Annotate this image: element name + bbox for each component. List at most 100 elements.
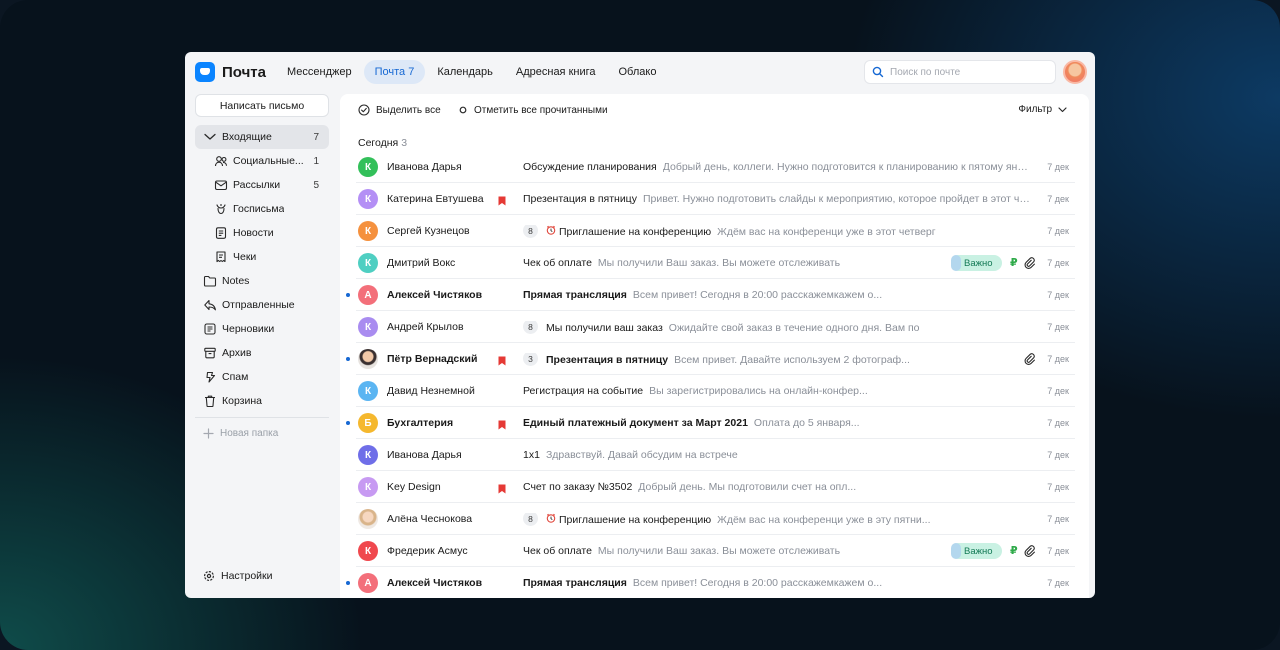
select-all-button[interactable]: Выделить все [358,104,441,116]
sidebar-item-label: Отправленные [222,299,295,311]
sidebar-item[interactable]: Рассылки 5 [195,173,329,197]
message-row[interactable]: Алёна Чеснокова 8 Приглашение на конференц… [340,503,1089,535]
message-row[interactable]: К Катерина Евтушева Презентация в пятницу П… [340,183,1089,215]
important-label-badge[interactable]: Важно [951,543,1002,559]
message-snippet: Мы получили Ваш заказ. Вы можете отслежи… [597,257,841,269]
sender-name: Иванова Дарья [387,161,462,173]
nav-tab[interactable]: Календарь [426,60,504,84]
message-list: К Иванова Дарья Обсуждение планирования Доб… [340,151,1089,598]
compose-button[interactable]: Написать письмо [195,94,329,117]
date-group-label: Сегодня [358,137,399,149]
message-snippet: Ждём вас на конференци уже в этот четвер… [717,225,936,238]
message-preview: 8 Приглашение на конференцию Ждём вас на к… [523,225,1033,238]
sidebar-item-label: Архив [222,347,252,359]
sidebar-item[interactable]: Чеки [195,245,329,269]
message-row[interactable]: К Сергей Кузнецов 8 Приглашение на конферен… [340,215,1089,247]
message-row[interactable]: К Андрей Крылов 8 Мы получили ваш заказ Ожид… [340,311,1089,343]
message-row[interactable]: К Иванова Дарья Обсуждение планирования Доб… [340,151,1089,183]
message-row[interactable]: К Key Design Счет по заказу №3502 Добрый де… [340,471,1089,503]
bookmark-flag-icon[interactable] [498,193,506,211]
important-label-badge[interactable]: Важно [951,255,1002,271]
avatar[interactable] [1063,60,1087,84]
message-row[interactable]: К Давид Незнемной Регистрация на событие Вы… [340,375,1089,407]
message-subject: Прямая трансляция [523,577,627,589]
message-row[interactable]: Б Бухгалтерия Единый платежный документ за… [340,407,1089,439]
message-date: 7 дек [1047,514,1069,524]
draft-icon [203,322,217,336]
message-date: 7 дек [1047,290,1069,300]
search-input[interactable] [890,66,1040,78]
message-snippet: Добрый день. Мы подготовили счет на опл.… [638,481,857,493]
search-box[interactable] [864,60,1056,84]
nav-tab[interactable]: Мессенджер [276,60,363,84]
message-preview: 1х1 Здравствуй. Давай обсудим на встрече [523,449,1033,461]
sidebar-item[interactable]: Отправленные [195,293,329,317]
sidebar-item[interactable]: Notes [195,269,329,293]
message-row[interactable]: К Фредерик Асмус Чек об оплате Мы получили … [340,535,1089,567]
top-bar: Почта Мессенджер Почта 7 Календарь Адресная… [185,52,1095,92]
message-preview: 8 Приглашение на конференцию Ждём вас на к… [523,513,1033,526]
sender-name: Key Design [387,481,441,493]
nav-tab[interactable]: Облако [608,60,668,84]
nav-tab[interactable]: Адресная книга [505,60,607,84]
message-preview: 8 Мы получили ваш заказ Ожидайте свой зака… [523,321,1033,334]
message-date: 7 дек [1047,386,1069,396]
emblem-icon [214,202,228,216]
sender-avatar: К [358,157,378,177]
attachment-icon [1024,352,1036,370]
sidebar-item[interactable]: Социальные... 1 [195,149,329,173]
message-preview: Регистрация на событие Вы зарегистрировал… [523,385,1033,397]
message-snippet: Оплата до 5 января... [753,417,860,429]
sidebar: Написать письмо Входящие 7 Социальные... 1 Р… [185,92,339,598]
folder-list: Входящие 7 Социальные... 1 Рассылки 5 Госписьм… [195,125,329,413]
sender-name: Иванова Дарья [387,449,462,461]
sidebar-item[interactable]: Входящие 7 [195,125,329,149]
sidebar-item[interactable]: Архив [195,341,329,365]
sender-avatar [358,349,378,369]
message-subject: Приглашение на конференцию [559,513,712,526]
gear-icon [203,570,215,582]
sidebar-item[interactable]: Черновики [195,317,329,341]
message-snippet: Всем привет! Сегодня в 20:00 расскажемка… [632,289,883,301]
attachment-icon [1024,544,1036,562]
thread-count-badge: 3 [523,353,538,366]
sidebar-item-label: Социальные... [233,155,304,167]
message-snippet: Всем привет! Сегодня в 20:00 расскажемка… [632,577,883,589]
logo[interactable]: Почта [195,62,275,82]
message-row[interactable]: К Дмитрий Вокс Чек об оплате Мы получили Ва… [340,247,1089,279]
sidebar-item[interactable]: Госписьма [195,197,329,221]
mail-app-window: Почта Мессенджер Почта 7 Календарь Адресная… [185,52,1095,598]
message-date: 7 дек [1047,322,1069,332]
bookmark-flag-icon[interactable] [498,417,506,435]
sidebar-item[interactable]: Корзина [195,389,329,413]
message-subject: Презентация в пятницу [523,193,637,205]
bookmark-flag-icon[interactable] [498,353,506,371]
unread-indicator [346,581,350,585]
bookmark-flag-icon[interactable] [498,481,506,499]
chevron-down-icon [203,130,217,144]
sidebar-item[interactable]: Спам [195,365,329,389]
message-row[interactable]: К Иванова Дарья 1х1 Здравствуй. Давай обсуд… [340,439,1089,471]
mark-all-read-button[interactable]: Отметить все прочитанными [458,104,608,116]
alarm-clock-icon [546,513,556,526]
new-folder-button[interactable]: Новая папка [203,428,278,439]
message-list-panel: Выделить все Отметить все прочитанными Ф… [340,94,1089,598]
message-subject: Чек об оплате [523,545,592,557]
sender-name: Бухгалтерия [387,417,454,429]
message-date: 7 дек [1047,354,1069,364]
message-snippet: Ждём вас на конференци уже в эту пятни..… [717,513,931,526]
nav-tab[interactable]: Почта 7 [363,60,426,84]
sender-avatar: К [358,221,378,241]
settings-button[interactable]: Настройки [203,570,273,582]
sidebar-item-label: Корзина [222,395,262,407]
message-date: 7 дек [1047,546,1069,556]
message-row[interactable]: Пётр Вернадский 3 Презентация в пятницу Все… [340,343,1089,375]
sidebar-item[interactable]: Новости [195,221,329,245]
sender-avatar: К [358,253,378,273]
filter-dropdown[interactable]: Фильтр [1018,104,1067,115]
message-row[interactable]: А Алексей Чистяков Прямая трансляция Всем п… [340,567,1089,598]
message-subject: Единый платежный документ за Март 2021 [523,417,748,429]
sidebar-item-label: Новости [233,227,274,239]
sidebar-item-label: Черновики [222,323,275,335]
message-row[interactable]: А Алексей Чистяков Прямая трансляция Всем п… [340,279,1089,311]
